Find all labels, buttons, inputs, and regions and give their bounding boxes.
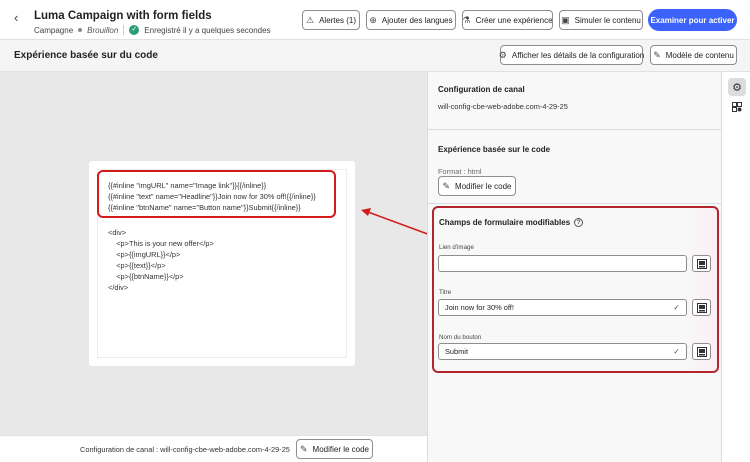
personalize-icon: [696, 302, 707, 313]
pencil-icon: ✎: [299, 443, 308, 454]
channel-config-title: Configuration de canal: [438, 85, 525, 94]
button-name-input[interactable]: Submit ✓: [438, 343, 687, 360]
image-picker-button[interactable]: [692, 255, 711, 272]
title-input[interactable]: Join now for 30% off! ✓: [438, 299, 687, 316]
editable-form-fields: Champs de formulaire modifiables ? Lien …: [432, 206, 719, 373]
channel-config-value: will-config-cbe-web-adobe.com-4-29-25: [438, 102, 568, 111]
button-name-picker-button[interactable]: [692, 343, 711, 360]
format-label: Format : html: [438, 167, 482, 176]
field-label-button-name: Nom du bouton: [439, 334, 482, 341]
field-label-image-link: Lien d'image: [439, 244, 474, 251]
footer-edit-code-button[interactable]: ✎ Modifier le code: [296, 439, 373, 459]
valid-check-icon: ✓: [673, 347, 680, 356]
pencil-icon: ✎: [442, 180, 451, 191]
field-label-title: Titre: [439, 289, 452, 296]
code-experience-title: Expérience basée sur le code: [438, 145, 551, 154]
gear-icon[interactable]: ⚙: [728, 78, 746, 96]
image-link-input[interactable]: [438, 255, 687, 272]
canvas-footer: Configuration de canal : will-config-cbe…: [0, 435, 427, 462]
personalize-icon: [696, 346, 707, 357]
title-picker-button[interactable]: [692, 299, 711, 316]
right-rail: ⚙: [721, 72, 750, 462]
form-fields-title: Champs de formulaire modifiables ?: [439, 218, 584, 227]
divider: [428, 129, 722, 130]
divider: [428, 203, 722, 204]
valid-check-icon: ✓: [673, 303, 680, 312]
personalize-icon: [696, 258, 707, 269]
edit-code-button[interactable]: ✎ Modifier le code: [438, 176, 516, 196]
info-icon[interactable]: ?: [574, 218, 584, 227]
layout-settings-icon[interactable]: [728, 98, 746, 116]
footer-channel-config: Configuration de canal : will-config-cbe…: [80, 445, 290, 454]
